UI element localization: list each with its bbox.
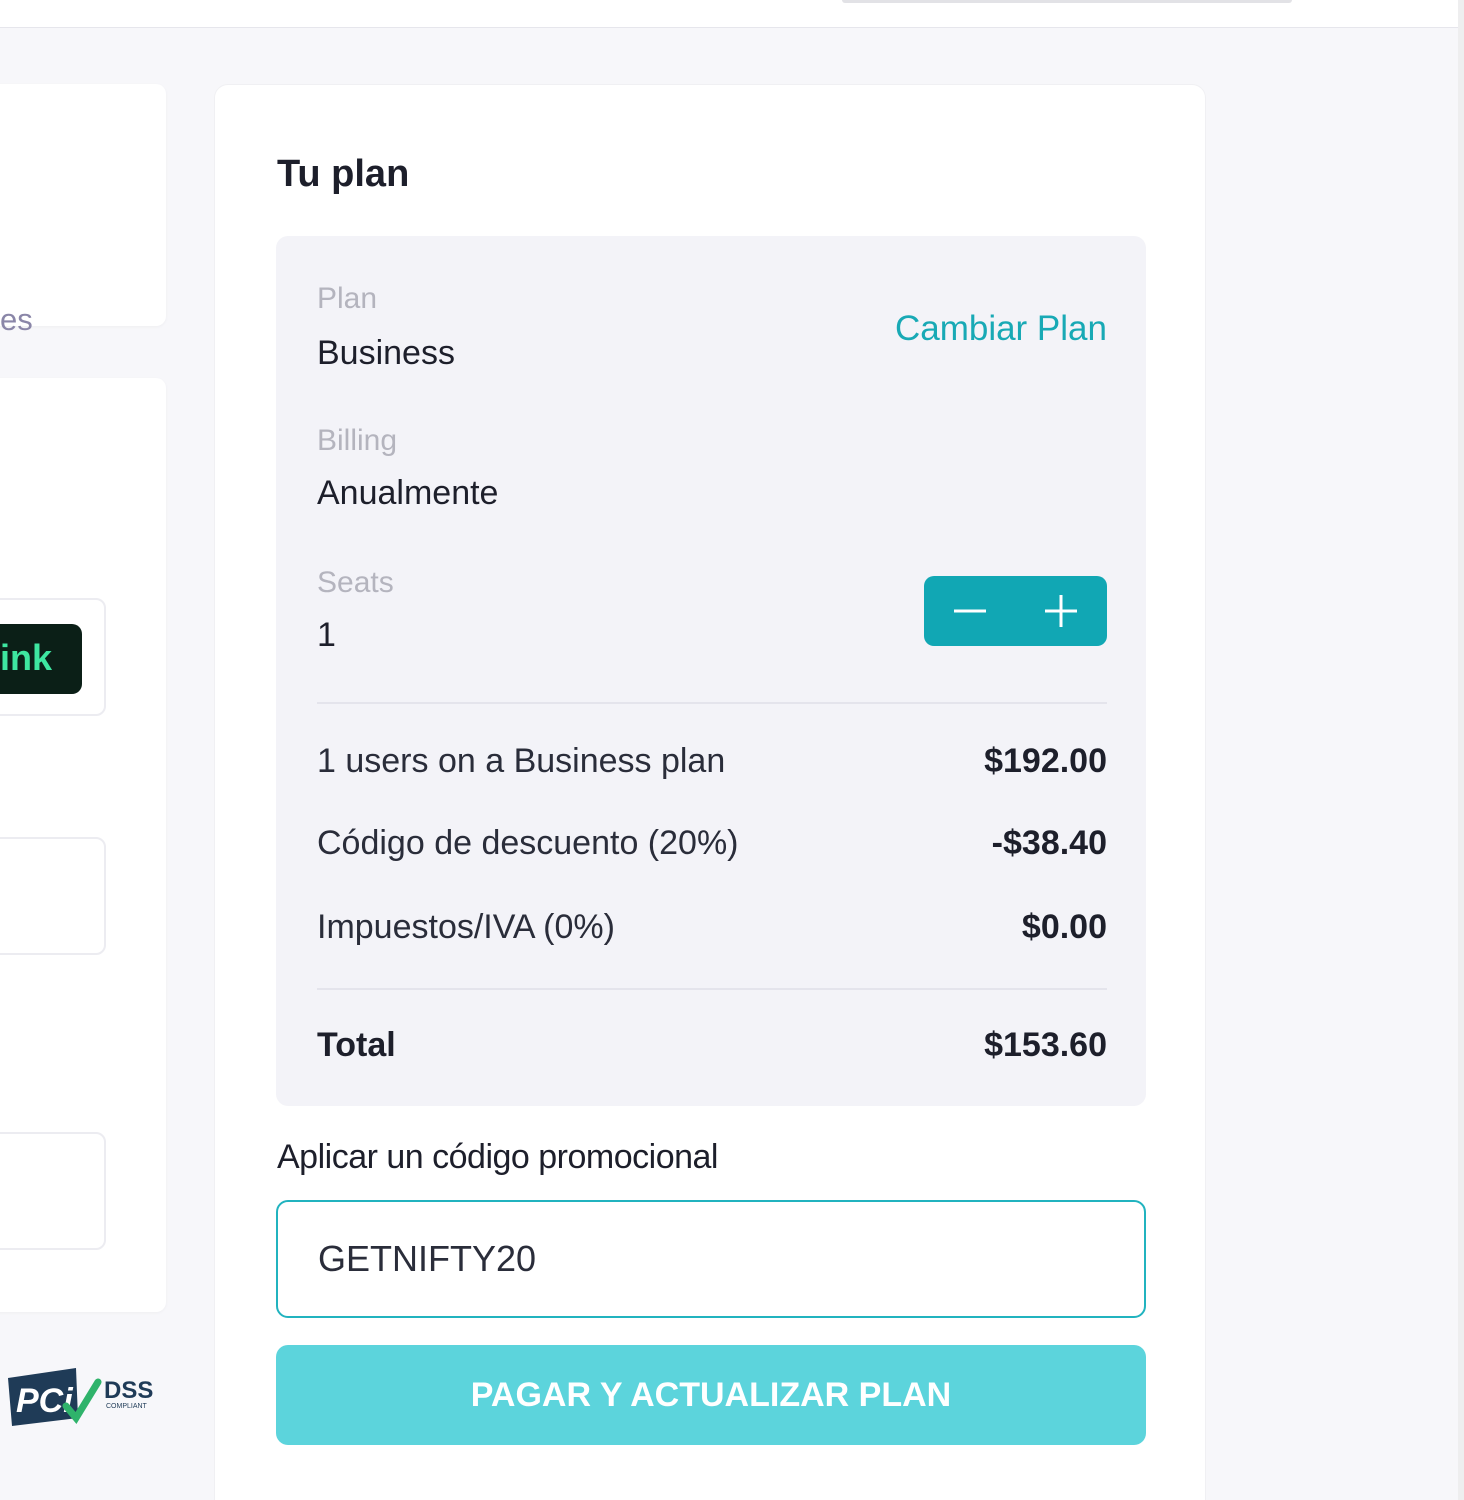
seats-value: 1 (317, 616, 336, 654)
divider (317, 988, 1107, 990)
change-plan-link[interactable]: Cambiar Plan (895, 309, 1107, 349)
plus-icon (1045, 595, 1078, 627)
plan-card: Tu plan Plan Business Cambiar Plan Billi… (214, 84, 1206, 1500)
scrollbar-track[interactable] (1458, 0, 1464, 1500)
svg-text:DSS: DSS (104, 1377, 153, 1404)
plan-value: Business (317, 334, 455, 372)
divider (317, 702, 1107, 704)
plan-label: Plan (317, 282, 378, 315)
line-item-amount: -$38.40 (991, 824, 1107, 862)
tax-row: Impuestos/IVA (0%) $0.00 (317, 908, 1107, 947)
pci-dss-logo: PCi DSS COMPLIANT (8, 1368, 153, 1426)
increment-seats-button[interactable] (1016, 576, 1108, 646)
decrement-seats-button[interactable] (924, 576, 1016, 646)
svg-text:COMPLIANT: COMPLIANT (106, 1403, 148, 1410)
seats-stepper (924, 576, 1107, 646)
line-item-row: 1 users on a Business plan $192.00 (317, 742, 1107, 781)
promo-code-input[interactable] (276, 1200, 1146, 1318)
line-item-label: Impuestos/IVA (0%) (317, 908, 615, 946)
billing-value: Anualmente (317, 474, 499, 512)
top-bar (0, 0, 1464, 28)
pay-and-upgrade-button[interactable]: PAGAR Y ACTUALIZAR PLAN (276, 1345, 1146, 1445)
total-amount: $153.60 (984, 1026, 1107, 1064)
line-item-amount: $192.00 (984, 742, 1107, 780)
plan-summary-panel: Plan Business Cambiar Plan Billing Anual… (276, 236, 1146, 1106)
promo-code-label: Aplicar un código promocional (277, 1138, 718, 1176)
left-input-box-2[interactable] (0, 1132, 106, 1250)
line-item-label: 1 users on a Business plan (317, 742, 726, 780)
line-item-amount: $0.00 (1021, 908, 1107, 946)
total-label: Total (317, 1026, 396, 1064)
tab-shadow (842, 0, 1292, 3)
left-card-top: es (0, 84, 166, 337)
line-item-label: Código de descuento (20%) (317, 824, 739, 862)
billing-label: Billing (317, 424, 398, 457)
total-row: Total $153.60 (317, 1026, 1107, 1065)
left-card-text-fragment: es (0, 302, 33, 337)
plan-card-title: Tu plan (277, 153, 410, 195)
discount-row: Código de descuento (20%) -$38.40 (317, 824, 1107, 863)
left-input-box[interactable] (0, 837, 106, 955)
seats-label: Seats (317, 566, 394, 599)
minus-icon (953, 609, 986, 613)
svg-text:PCi: PCi (16, 1382, 74, 1420)
link-button[interactable]: ink (0, 624, 82, 694)
